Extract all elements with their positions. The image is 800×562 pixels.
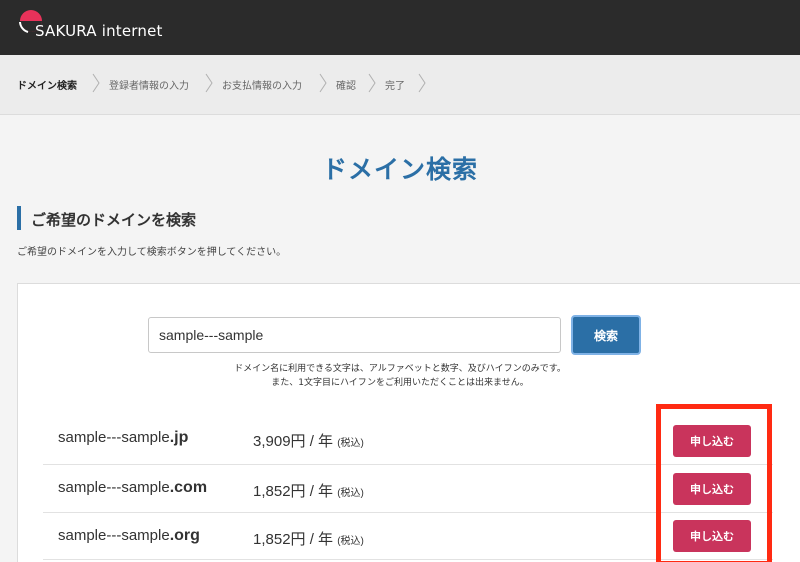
result-domain-com: sample---sample.com <box>58 479 207 497</box>
page-description: ご希望のドメインを入力して検索ボタンを押してください。 <box>17 247 287 258</box>
breadcrumb: ドメイン検索 登録者情報の入力 お支払情報の入力 確認 完了 <box>0 55 800 115</box>
breadcrumb-step-payment-info: お支払情報の入力 <box>222 81 302 92</box>
chevron-right-icon <box>319 73 327 93</box>
result-price-jp: 3,909円 / 年 (税込) <box>253 430 364 451</box>
chevron-right-icon <box>368 73 376 93</box>
highlight-box <box>656 404 772 562</box>
domain-name: sample---sample <box>58 479 170 496</box>
domain-tld: .jp <box>169 429 189 446</box>
breadcrumb-step-registrant-info: 登録者情報の入力 <box>109 81 189 92</box>
breadcrumb-step-confirm: 確認 <box>336 81 356 92</box>
domain-tld: .com <box>169 479 208 496</box>
tax-label: (税込) <box>337 438 364 449</box>
tax-label: (税込) <box>337 488 364 499</box>
domain-name: sample---sample <box>58 527 170 544</box>
breadcrumb-step-complete: 完了 <box>385 81 405 92</box>
section-accent-bar <box>17 206 21 230</box>
chevron-right-icon <box>418 73 426 93</box>
domain-search-input[interactable] <box>148 317 561 353</box>
chevron-right-icon <box>205 73 213 93</box>
tax-label: (税込) <box>337 536 364 547</box>
price-value: 1,852円 / 年 <box>253 483 334 500</box>
page-title: ドメイン検索 <box>321 155 478 184</box>
search-note-allowed-chars: ドメイン名に利用できる文字は、アルファベットと数字、及びハイフンのみです。 <box>234 364 566 374</box>
search-button[interactable]: 検索 <box>571 315 641 355</box>
result-domain-org: sample---sample.org <box>58 527 200 545</box>
price-value: 1,852円 / 年 <box>253 531 334 548</box>
breadcrumb-step-domain-search: ドメイン検索 <box>17 81 77 92</box>
domain-name: sample---sample <box>58 429 170 446</box>
logo-text: SAKURA internet <box>35 22 163 40</box>
price-value: 3,909円 / 年 <box>253 433 334 450</box>
result-price-com: 1,852円 / 年 (税込) <box>253 480 364 501</box>
search-note-hyphen-rule: また、1文字目にハイフンをご利用いただくことは出来ません。 <box>271 378 529 388</box>
domain-tld: .org <box>169 527 200 544</box>
top-header: SAKURA internet <box>0 0 800 55</box>
result-price-org: 1,852円 / 年 (税込) <box>253 528 364 549</box>
section-title: ご希望のドメインを検索 <box>31 211 197 229</box>
chevron-right-icon <box>92 73 100 93</box>
result-domain-jp: sample---sample.jp <box>58 429 188 447</box>
